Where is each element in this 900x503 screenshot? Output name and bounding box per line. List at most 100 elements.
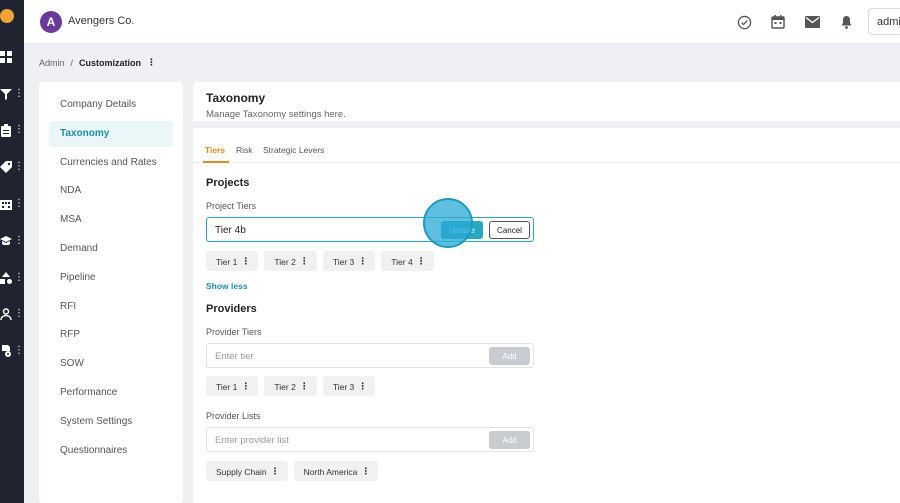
chip[interactable]: Tier 4 ⋮ (381, 251, 434, 271)
chip-label: Tier 3 (332, 382, 355, 392)
rail-item-building[interactable]: ⋮ (0, 194, 24, 214)
active-tab-indicator (203, 161, 229, 163)
tab-tiers[interactable]: Tiers (205, 145, 225, 155)
breadcrumb-admin[interactable]: Admin (39, 58, 65, 68)
chip[interactable]: Supply Chain ⋮ (206, 461, 288, 481)
cancel-button[interactable]: Cancel (489, 221, 530, 239)
chip-menu-icon[interactable]: ⋮ (241, 382, 250, 396)
provider-list-input[interactable]: Enter provider list Add (206, 427, 534, 452)
chip-menu-icon[interactable]: ⋮ (361, 467, 370, 481)
rail-item-more-icon[interactable]: ⋮ (14, 273, 24, 283)
rail-item-settings[interactable]: ⋮ (0, 341, 24, 361)
providers-section-title: Providers (206, 303, 257, 315)
page-title: Taxonomy (206, 91, 266, 105)
notifications-button[interactable] (837, 13, 855, 31)
side-item-company-details[interactable]: Company Details (49, 92, 173, 118)
provider-list-chips: Supply Chain ⋮ North America ⋮ (206, 461, 379, 481)
side-item-system-settings[interactable]: System Settings (49, 409, 173, 435)
left-rail: ⋮ ⋮ ⋮ ⋮ ⋮ ⋮ ⋮ ⋮ (0, 0, 24, 503)
project-tiers-label: Project Tiers (206, 201, 257, 211)
tab-risk[interactable]: Risk (236, 145, 253, 155)
chip-menu-icon[interactable]: ⋮ (358, 382, 367, 396)
rail-item-tag[interactable]: ⋮ (0, 157, 24, 177)
rail-item-more-icon[interactable]: ⋮ (14, 236, 24, 246)
tab-strategic-levers[interactable]: Strategic Levers (263, 145, 324, 155)
rail-item-more-icon[interactable]: ⋮ (14, 309, 24, 319)
breadcrumb-more-icon[interactable]: ⋮ (147, 57, 156, 68)
graduation-cap-icon (0, 236, 12, 246)
provider-tier-placeholder: Enter tier (215, 351, 254, 362)
update-button[interactable]: Update (441, 221, 483, 239)
brand-name: Avengers Co. (68, 15, 135, 27)
side-item-taxonomy[interactable]: Taxonomy (49, 121, 173, 147)
rail-item-more-icon[interactable]: ⋮ (14, 162, 24, 172)
chip[interactable]: Tier 2 ⋮ (264, 376, 317, 396)
side-item-sow[interactable]: SOW (49, 351, 173, 377)
dashboard-icon (0, 51, 12, 63)
provider-list-placeholder: Enter provider list (215, 435, 289, 446)
breadcrumb-separator: / (70, 57, 74, 68)
panel-header: Taxonomy Manage Taxonomy settings here. (193, 82, 900, 128)
check-circle-icon (737, 15, 751, 29)
rail-item-clipboard[interactable]: ⋮ (0, 120, 24, 140)
project-tier-chips: Tier 1 ⋮ Tier 2 ⋮ Tier 3 ⋮ Tier 4 ⋮ (206, 251, 434, 271)
app-logo-icon[interactable] (0, 9, 14, 23)
show-less-link[interactable]: Show less (206, 281, 248, 291)
add-provider-tier-button[interactable]: Add (489, 347, 530, 365)
brand-logo-icon[interactable]: A (40, 11, 62, 33)
project-tier-input[interactable]: Tier 4b Update Cancel (206, 217, 534, 242)
chip[interactable]: Tier 1 ⋮ (206, 376, 259, 396)
chip-label: Tier 1 (216, 257, 238, 267)
side-item-rfp[interactable]: RFP (49, 322, 173, 348)
rail-item-shapes[interactable]: ⋮ (0, 268, 24, 288)
clipboard-icon (1, 123, 11, 137)
chip[interactable]: North America ⋮ (293, 461, 379, 481)
tasks-button[interactable] (735, 13, 753, 31)
chip-menu-icon[interactable]: ⋮ (358, 257, 367, 271)
filter-icon (0, 89, 12, 100)
mail-button[interactable] (803, 13, 821, 31)
chip[interactable]: Tier 2 ⋮ (264, 251, 317, 271)
project-tier-input-value: Tier 4b (215, 225, 246, 236)
calendar-button[interactable] (769, 13, 787, 31)
rail-item-dashboard[interactable] (0, 47, 24, 67)
side-item-currencies-and-rates[interactable]: Currencies and Rates (49, 150, 173, 176)
shapes-icon (0, 272, 12, 284)
chip-label: Tier 2 (274, 382, 296, 392)
side-item-msa[interactable]: MSA (49, 207, 173, 233)
chip[interactable]: Tier 3 ⋮ (322, 376, 376, 396)
side-item-rfi[interactable]: RFI (49, 294, 173, 320)
chip-label: Tier 4 (391, 257, 413, 267)
provider-tier-chips: Tier 1 ⋮ Tier 2 ⋮ Tier 3 ⋮ (206, 376, 376, 396)
chip[interactable]: Tier 1 ⋮ (206, 251, 259, 271)
chip[interactable]: Tier 3 ⋮ (322, 251, 376, 271)
user-menu-button[interactable]: admi (868, 8, 900, 35)
provider-tier-input[interactable]: Enter tier Add (206, 343, 534, 368)
rail-item-more-icon[interactable]: ⋮ (14, 346, 24, 356)
side-item-questionnaires[interactable]: Questionnaires (49, 438, 173, 464)
side-item-performance[interactable]: Performance (49, 380, 173, 406)
chip-menu-icon[interactable]: ⋮ (271, 467, 280, 481)
rail-item-more-icon[interactable]: ⋮ (14, 125, 24, 135)
taxonomy-panel: Taxonomy Manage Taxonomy settings here. … (193, 82, 900, 503)
settings-side-menu: Company Details Taxonomy Currencies and … (39, 82, 183, 503)
chip-label: Tier 2 (274, 257, 296, 267)
side-item-pipeline[interactable]: Pipeline (49, 265, 173, 291)
projects-section-title: Projects (206, 177, 250, 189)
building-icon (0, 200, 12, 210)
chip-menu-icon[interactable]: ⋮ (241, 257, 250, 271)
chip-menu-icon[interactable]: ⋮ (417, 257, 426, 271)
rail-item-education[interactable]: ⋮ (0, 231, 24, 251)
rail-item-more-icon[interactable]: ⋮ (14, 199, 24, 209)
rail-item-filter[interactable]: ⋮ (0, 84, 24, 104)
user-icon (0, 308, 12, 320)
chip-menu-icon[interactable]: ⋮ (300, 257, 309, 271)
top-bar: A Avengers Co. admi (24, 0, 900, 44)
rail-item-more-icon[interactable]: ⋮ (14, 89, 24, 99)
add-provider-list-button[interactable]: Add (489, 431, 530, 449)
rail-item-user[interactable]: ⋮ (0, 304, 24, 324)
side-item-nda[interactable]: NDA (49, 178, 173, 204)
chip-menu-icon[interactable]: ⋮ (300, 382, 309, 396)
side-item-demand[interactable]: Demand (49, 236, 173, 262)
bell-icon (841, 16, 851, 29)
